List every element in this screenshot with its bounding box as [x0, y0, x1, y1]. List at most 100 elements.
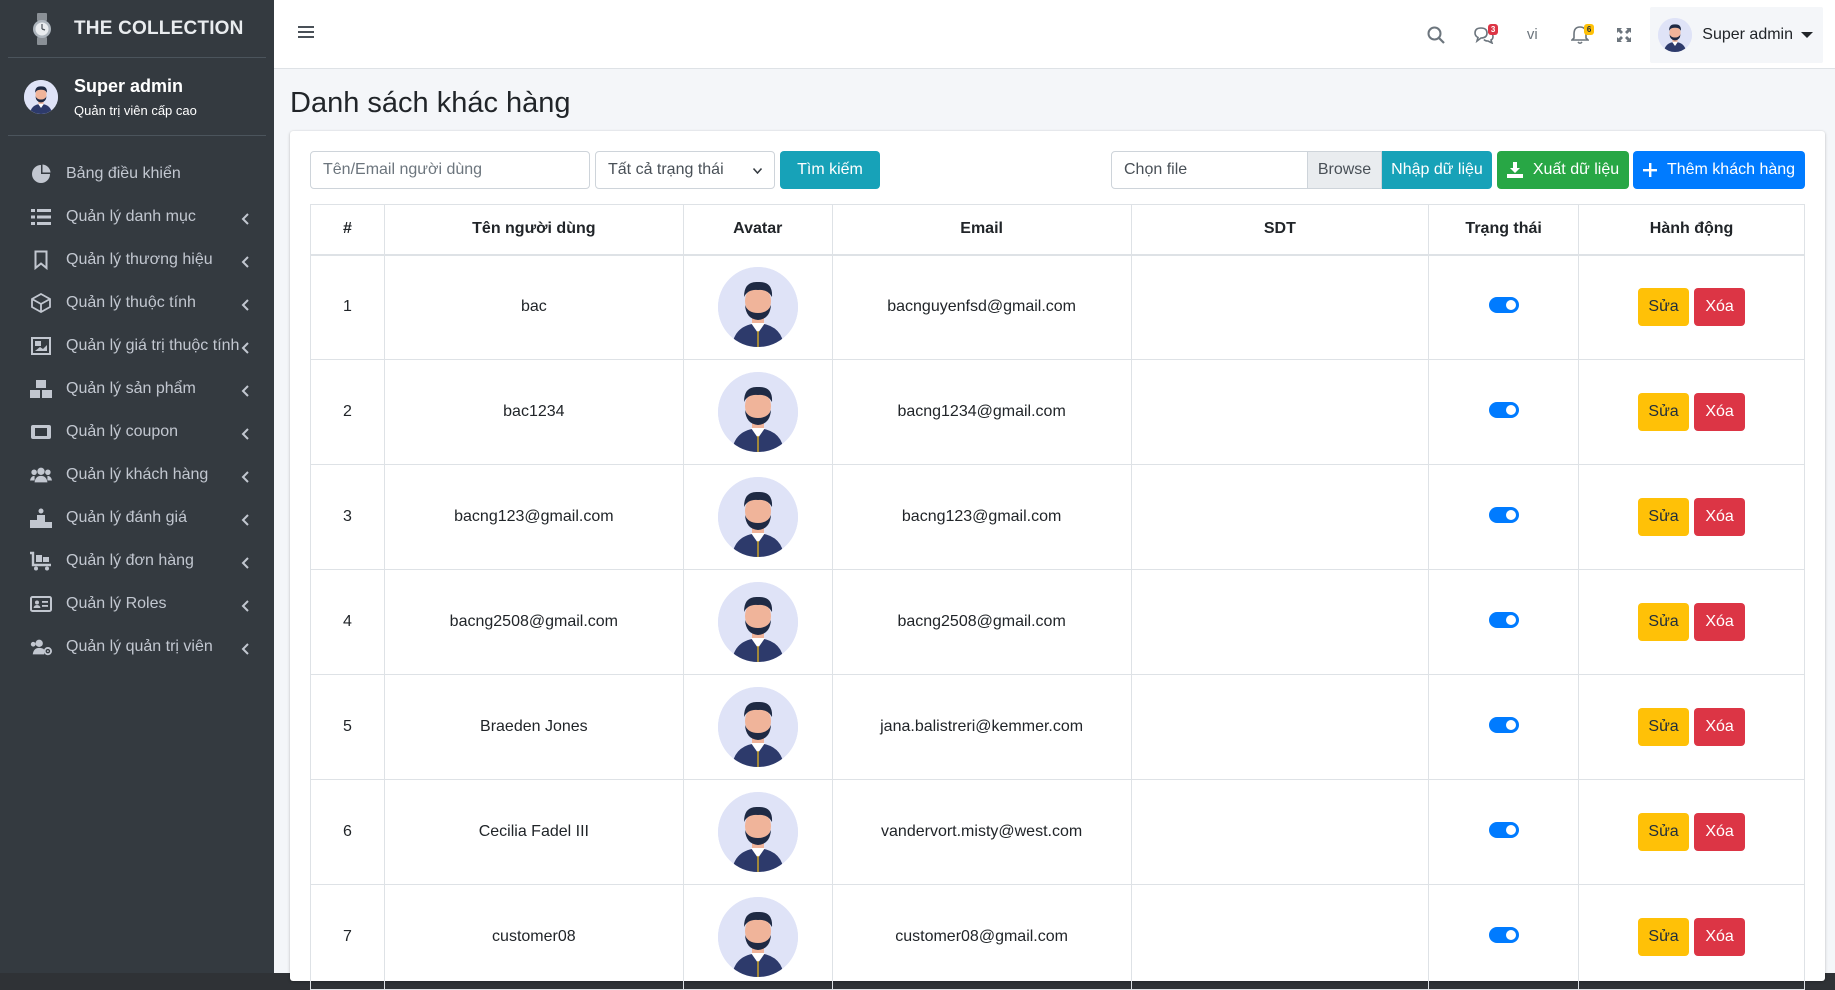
sidebar-item-label: Quản lý coupon — [66, 422, 179, 440]
sidebar-item-coupons[interactable]: Quản lý coupon — [0, 410, 274, 453]
bookmark-icon — [30, 249, 52, 271]
status-toggle[interactable] — [1488, 716, 1519, 733]
edit-button[interactable]: Sửa — [1638, 498, 1690, 536]
sidebar-item-label: Bảng điều khiển — [66, 164, 181, 182]
edit-button[interactable]: Sửa — [1638, 813, 1690, 851]
row-email: bacng123@gmail.com — [831, 464, 1132, 570]
sidebar-item-attribute-values[interactable]: Quản lý giá trị thuộc tính — [0, 324, 274, 367]
sidebar-item-products[interactable]: Quản lý sản phẩm — [0, 367, 274, 410]
export-button[interactable]: Xuất dữ liệu — [1497, 151, 1629, 189]
chevron-left-icon — [240, 642, 250, 655]
search-button[interactable]: Tìm kiếm — [780, 151, 880, 189]
avatar — [717, 687, 798, 767]
col-header-status: Trạng thái — [1428, 204, 1580, 256]
row-actions-cell: Sửa Xóa — [1578, 569, 1805, 675]
row-avatar-cell — [682, 779, 833, 885]
row-status-cell — [1428, 359, 1580, 465]
row-username: bac1234 — [383, 359, 684, 465]
menu-toggle-icon[interactable] — [298, 25, 316, 41]
sidebar-item-reviews[interactable]: Quản lý đánh giá — [0, 496, 274, 539]
status-toggle[interactable] — [1488, 926, 1519, 943]
col-header-name: Tên người dùng — [383, 204, 684, 256]
chevron-left-icon — [240, 470, 250, 483]
sidebar-item-attributes[interactable]: Quản lý thuộc tính — [0, 281, 274, 324]
status-toggle[interactable] — [1488, 611, 1519, 628]
search-input[interactable]: Tên/Email người dùng — [310, 151, 590, 189]
messages-icon[interactable]: 3 — [1460, 0, 1508, 69]
chevron-left-icon — [240, 513, 250, 526]
boxes-icon — [30, 378, 52, 400]
fullscreen-icon[interactable] — [1604, 0, 1644, 69]
row-avatar-cell — [682, 254, 833, 360]
row-email: jana.balistreri@kemmer.com — [831, 674, 1132, 780]
status-toggle[interactable] — [1488, 296, 1519, 313]
delete-button[interactable]: Xóa — [1694, 498, 1746, 536]
browse-button[interactable]: Browse — [1307, 151, 1382, 189]
file-input[interactable]: Chọn file — [1111, 151, 1308, 189]
sidebar-item-label: Quản lý đánh giá — [66, 508, 187, 526]
add-customer-button[interactable]: Thêm khách hàng — [1633, 151, 1805, 189]
user-panel[interactable]: Super admin Quản trị viên cấp cao — [8, 58, 266, 136]
sidebar-item-categories[interactable]: Quản lý danh mục — [0, 195, 274, 238]
avatar — [717, 372, 798, 452]
edit-button[interactable]: Sửa — [1638, 288, 1690, 327]
status-select[interactable]: Tất cả trạng thái — [595, 151, 775, 189]
row-actions-cell: Sửa Xóa — [1578, 884, 1805, 990]
row-email: bacnguyenfsd@gmail.com — [831, 254, 1132, 360]
import-button[interactable]: Nhập dữ liệu — [1382, 151, 1492, 189]
ranking-icon — [30, 507, 52, 529]
table-row: 5 Braeden Jones jana.balistreri@kemmer.com… — [310, 674, 1805, 780]
status-toggle[interactable] — [1488, 506, 1519, 523]
avatar — [717, 897, 798, 977]
delete-button[interactable]: Xóa — [1694, 918, 1746, 956]
col-header-email: Email — [831, 204, 1132, 256]
row-status-cell — [1428, 569, 1580, 675]
export-button-label: Xuất dữ liệu — [1532, 161, 1620, 178]
sidebar-item-dashboard[interactable]: Bảng điều khiển — [0, 152, 274, 195]
sidebar-item-admins[interactable]: Quản lý quản trị viên — [0, 625, 274, 668]
edit-button[interactable]: Sửa — [1638, 393, 1690, 431]
user-menu[interactable]: Super admin — [1650, 6, 1823, 63]
row-actions-cell: Sửa Xóa — [1578, 464, 1805, 570]
bell-icon[interactable]: 6 — [1556, 0, 1604, 69]
chevron-left-icon — [240, 255, 250, 268]
table-header-row: # Tên người dùng Avatar Email SDT Trạng … — [310, 204, 1805, 256]
chevron-left-icon — [240, 599, 250, 612]
row-actions-cell: Sửa Xóa — [1578, 674, 1805, 780]
chevron-left-icon — [240, 341, 250, 354]
delete-button[interactable]: Xóa — [1694, 813, 1746, 851]
status-toggle[interactable] — [1488, 401, 1519, 418]
edit-button[interactable]: Sửa — [1638, 918, 1690, 956]
toolbar: Tên/Email người dùng Tất cả trạng thái T… — [310, 151, 1805, 189]
edit-button[interactable]: Sửa — [1638, 708, 1690, 746]
sidebar-item-brands[interactable]: Quản lý thương hiệu — [0, 238, 274, 281]
row-actions-cell: Sửa Xóa — [1578, 779, 1805, 885]
row-phone — [1130, 674, 1430, 780]
sidebar-item-label: Quản lý đơn hàng — [66, 551, 194, 569]
edit-button[interactable]: Sửa — [1638, 603, 1690, 641]
table-row: 7 customer08 customer08@gmail.com Sửa Xóa — [310, 884, 1805, 990]
sidebar-item-label: Quản lý giá trị thuộc tính — [66, 336, 240, 354]
row-index: 2 — [310, 359, 385, 465]
language-selector[interactable]: vi — [1508, 0, 1556, 69]
row-username: Cecilia Fadel III — [383, 779, 684, 885]
row-phone — [1130, 569, 1430, 675]
search-icon[interactable] — [1412, 0, 1460, 69]
delete-button[interactable]: Xóa — [1694, 708, 1746, 746]
delete-button[interactable]: Xóa — [1694, 603, 1746, 641]
col-header-avatar: Avatar — [682, 204, 833, 256]
delete-button[interactable]: Xóa — [1694, 393, 1746, 431]
sidebar-item-customers[interactable]: Quản lý khách hàng — [0, 453, 274, 496]
sidebar-item-orders[interactable]: Quản lý đơn hàng — [0, 539, 274, 582]
sidebar-item-roles[interactable]: Quản lý Roles — [0, 582, 274, 625]
notifications-count-badge: 6 — [1583, 24, 1595, 35]
row-username: bac — [383, 254, 684, 360]
row-username: bacng123@gmail.com — [383, 464, 684, 570]
caret-down-icon — [1801, 26, 1813, 44]
status-toggle[interactable] — [1488, 821, 1519, 838]
table-row: 2 bac1234 bacng1234@gmail.com Sửa Xóa — [310, 359, 1805, 465]
avatar — [24, 79, 58, 114]
delete-button[interactable]: Xóa — [1694, 288, 1746, 327]
row-index: 3 — [310, 464, 385, 570]
brand-link[interactable]: THE COLLECTION — [8, 0, 266, 58]
